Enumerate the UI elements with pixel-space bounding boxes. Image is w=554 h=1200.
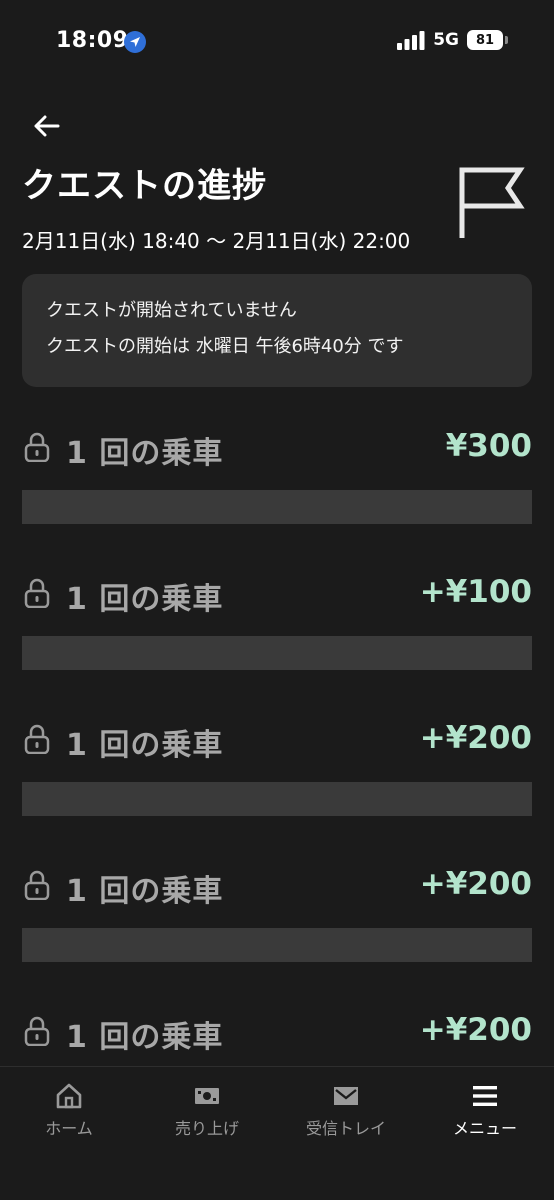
location-arrow-icon: [124, 31, 146, 53]
quest-reward: ¥300: [445, 428, 532, 464]
menu-icon: [473, 1086, 497, 1106]
quest-progress-bar: [22, 782, 532, 816]
lock-icon: [24, 578, 50, 608]
nav-item-inbox[interactable]: 受信トレイ: [277, 1081, 415, 1139]
nav-label: 売り上げ: [174, 1119, 239, 1138]
quest-progress-bar: [22, 490, 532, 524]
arrow-left-icon: [34, 115, 60, 137]
cash-icon: [195, 1088, 219, 1104]
status-bar: 18:09 5G 81: [0, 0, 554, 84]
quest-head: 1 回の乗車 +¥200: [22, 712, 532, 768]
lock-icon: [24, 432, 50, 462]
bottom-nav: ホーム 売り上げ 受信トレイ メニュー: [0, 1066, 554, 1200]
battery-level: 81: [475, 32, 495, 48]
battery-cap: [505, 36, 508, 44]
nav-item-earnings[interactable]: 売り上げ: [138, 1081, 276, 1139]
quest-label: 1 回の乗車: [66, 582, 224, 617]
status-time: 18:09: [56, 28, 129, 53]
quest-head: 1 回の乗車 ¥300: [22, 420, 532, 476]
quest-reward: +¥200: [419, 720, 532, 756]
network-type: 5G: [433, 30, 459, 50]
quest-head: 1 回の乗車 +¥200: [22, 1004, 532, 1060]
flag-icon: [459, 167, 525, 238]
quest-item: 1 回の乗車 +¥100: [22, 566, 532, 712]
nav-label: 受信トレイ: [305, 1119, 386, 1138]
home-icon: [56, 1083, 82, 1109]
lock-icon: [24, 870, 50, 900]
quest-head: 1 回の乗車 +¥100: [22, 566, 532, 622]
quest-reward: +¥100: [419, 574, 532, 610]
quest-head: 1 回の乗車 +¥200: [22, 858, 532, 914]
quest-label: 1 回の乗車: [66, 1020, 224, 1055]
quest-not-started-notice: クエストが開始されていません クエストの開始は 水曜日 午後6時40分 です: [22, 274, 532, 387]
nav-label: メニュー: [452, 1119, 517, 1138]
quest-list: 1 回の乗車 ¥300 1 回の乗車 +¥100 1 回の乗車 +¥200 1 …: [22, 420, 532, 1150]
quest-reward: +¥200: [419, 1012, 532, 1048]
battery-icon: 81: [467, 30, 503, 50]
lock-icon: [24, 724, 50, 754]
quest-progress-bar: [22, 636, 532, 670]
quest-progress-screen: 18:09 5G 81 クエストの進捗 2月11日(水) 18:40 〜 2月1…: [0, 0, 554, 1200]
quest-item: 1 回の乗車 ¥300: [22, 420, 532, 566]
quest-label: 1 回の乗車: [66, 436, 224, 471]
quest-item: 1 回の乗車 +¥200: [22, 858, 532, 1004]
status-indicators: 5G 81: [397, 30, 508, 50]
back-button[interactable]: [28, 108, 64, 144]
lock-icon: [24, 1016, 50, 1046]
quest-item: 1 回の乗車 +¥200: [22, 712, 532, 858]
mail-icon: [334, 1087, 358, 1105]
nav-item-home[interactable]: ホーム: [0, 1081, 138, 1139]
nav-label: ホーム: [45, 1119, 93, 1138]
quest-label: 1 回の乗車: [66, 874, 224, 909]
quest-label: 1 回の乗車: [66, 728, 224, 763]
date-range: 2月11日(水) 18:40 〜 2月11日(水) 22:00: [22, 229, 411, 253]
notice-line-start-time: クエストの開始は 水曜日 午後6時40分 です: [46, 336, 404, 357]
quest-reward: +¥200: [419, 866, 532, 902]
page-title: クエストの進捗: [22, 166, 267, 206]
signal-icon: [397, 31, 425, 50]
quest-progress-bar: [22, 928, 532, 962]
nav-item-menu[interactable]: メニュー: [416, 1081, 554, 1139]
notice-line-status: クエストが開始されていません: [46, 300, 297, 321]
